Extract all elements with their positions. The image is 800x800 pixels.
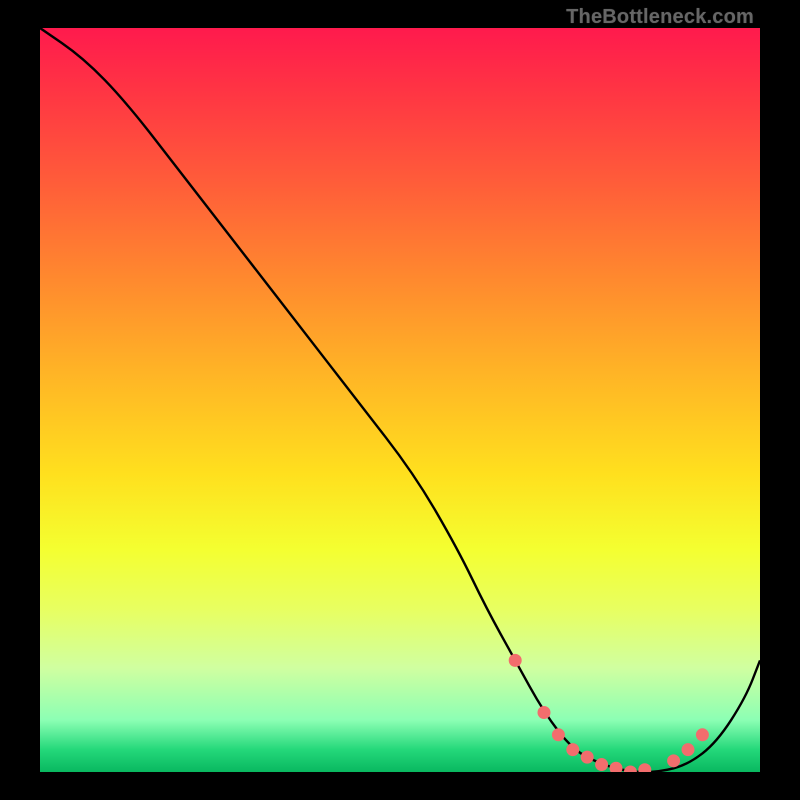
watermark-text: TheBottleneck.com bbox=[566, 6, 754, 29]
marker-dot bbox=[595, 758, 608, 771]
marker-dot bbox=[696, 728, 709, 741]
marker-dot bbox=[552, 728, 565, 741]
marker-dot bbox=[682, 743, 695, 756]
marker-dot bbox=[624, 766, 637, 773]
bottleneck-chart bbox=[40, 28, 760, 772]
marker-dot bbox=[667, 754, 680, 767]
marker-dot bbox=[509, 654, 522, 667]
marker-dot bbox=[581, 751, 594, 764]
marker-dot bbox=[566, 743, 579, 756]
marker-dot bbox=[538, 706, 551, 719]
marker-group bbox=[509, 654, 709, 772]
marker-dot bbox=[610, 762, 623, 772]
marker-dot bbox=[638, 763, 651, 772]
curve-path bbox=[40, 28, 760, 772]
